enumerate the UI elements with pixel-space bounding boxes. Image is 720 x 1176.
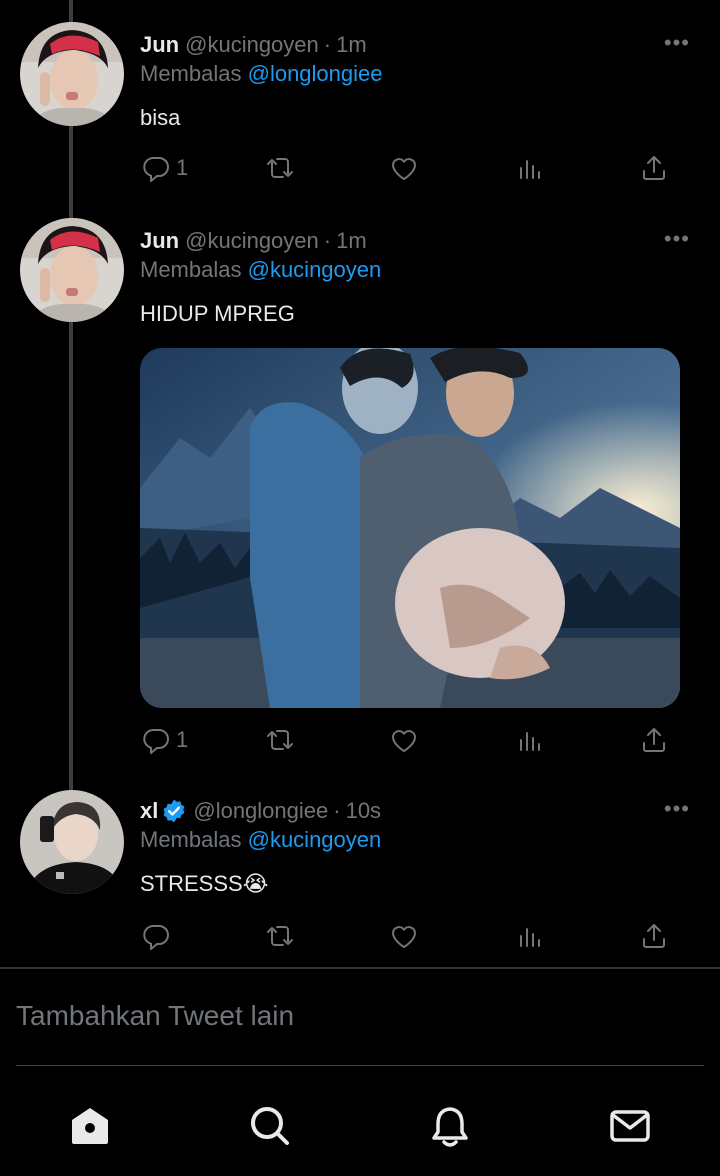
reply-icon bbox=[143, 157, 169, 182]
author-name[interactable]: Jun bbox=[140, 228, 179, 254]
tweet-actions bbox=[140, 916, 680, 956]
reply-icon bbox=[143, 729, 169, 754]
views-icon bbox=[520, 928, 540, 947]
reply-count: 1 bbox=[176, 155, 189, 180]
author-handle[interactable]: @kucingoyen bbox=[185, 32, 319, 58]
retweet-icon bbox=[267, 158, 293, 178]
views-button[interactable] bbox=[514, 916, 546, 956]
author-handle[interactable]: @longlongiee bbox=[193, 798, 328, 824]
retweet-button[interactable] bbox=[264, 148, 296, 188]
author-name[interactable]: xl bbox=[140, 798, 158, 824]
home-icon bbox=[72, 1108, 108, 1144]
share-button[interactable] bbox=[638, 916, 670, 956]
tweet-text: HIDUP MPREG bbox=[140, 301, 295, 326]
like-button[interactable] bbox=[388, 916, 420, 956]
tweet-text: bisa bbox=[140, 105, 181, 130]
tweet-3[interactable]: xl @longlongiee · 10s Membalas @kucingoy… bbox=[0, 788, 720, 964]
tweet-actions: 1 bbox=[140, 148, 680, 188]
retweet-icon bbox=[267, 926, 293, 946]
reply-prefix: Membalas bbox=[140, 827, 242, 852]
avatar[interactable] bbox=[20, 22, 124, 126]
reply-context: Membalas @kucingoyen bbox=[140, 827, 690, 855]
retweet-icon bbox=[267, 730, 293, 750]
reply-handle-link[interactable]: @kucingoyen bbox=[248, 827, 382, 852]
more-options-button[interactable]: ••• bbox=[664, 226, 690, 252]
like-button[interactable] bbox=[388, 720, 420, 760]
nav-notifications[interactable] bbox=[428, 1104, 472, 1148]
views-button[interactable] bbox=[514, 720, 546, 760]
avatar[interactable] bbox=[20, 218, 124, 322]
reply-handle-link[interactable]: @kucingoyen bbox=[248, 257, 382, 282]
separator-dot: · bbox=[323, 228, 332, 253]
views-button[interactable] bbox=[514, 148, 546, 188]
heart-icon bbox=[392, 730, 416, 752]
share-icon bbox=[643, 924, 665, 948]
nav-messages[interactable] bbox=[608, 1104, 652, 1148]
tweet-media-image[interactable] bbox=[140, 348, 680, 708]
divider bbox=[0, 967, 720, 969]
reply-context: Membalas @longlongiee bbox=[140, 61, 690, 89]
tweet-1[interactable]: Jun @kucingoyen · 1m Membalas @longlongi… bbox=[0, 20, 720, 210]
tweet-actions: 1 bbox=[140, 720, 680, 760]
reply-count: 1 bbox=[176, 727, 189, 752]
avatar[interactable] bbox=[20, 790, 124, 894]
author-handle[interactable]: @kucingoyen bbox=[185, 228, 319, 254]
heart-icon bbox=[392, 158, 416, 180]
like-button[interactable] bbox=[388, 148, 420, 188]
views-icon bbox=[520, 732, 540, 751]
reply-button[interactable]: 1 bbox=[140, 148, 188, 188]
reply-context: Membalas @kucingoyen bbox=[140, 257, 690, 285]
search-icon bbox=[251, 1107, 289, 1145]
share-icon bbox=[643, 728, 665, 752]
reply-button[interactable] bbox=[140, 916, 172, 956]
nav-search[interactable] bbox=[248, 1104, 292, 1148]
mail-icon bbox=[610, 1110, 650, 1142]
more-options-button[interactable]: ••• bbox=[664, 796, 690, 822]
views-icon bbox=[520, 160, 540, 179]
share-button[interactable] bbox=[638, 720, 670, 760]
reply-icon bbox=[143, 925, 169, 950]
heart-icon bbox=[392, 926, 416, 948]
tweet-2[interactable]: Jun @kucingoyen · 1m Membalas @kucingoye… bbox=[0, 216, 720, 776]
share-button[interactable] bbox=[638, 148, 670, 188]
tweet-text: STRESSS😭 bbox=[140, 871, 269, 896]
reply-handle-link[interactable]: @longlongiee bbox=[248, 61, 383, 86]
verified-badge-icon bbox=[163, 799, 185, 823]
share-icon bbox=[643, 156, 665, 180]
more-options-button[interactable]: ••• bbox=[664, 30, 690, 56]
separator-dot: · bbox=[323, 32, 332, 57]
retweet-button[interactable] bbox=[264, 720, 296, 760]
tweet-time[interactable]: 1m bbox=[336, 32, 367, 58]
separator-dot: · bbox=[333, 798, 341, 823]
nav-home[interactable] bbox=[68, 1104, 112, 1148]
author-name[interactable]: Jun bbox=[140, 32, 179, 58]
tweet-time[interactable]: 1m bbox=[336, 228, 367, 254]
bell-icon bbox=[432, 1107, 468, 1147]
add-tweet-input[interactable]: Tambahkan Tweet lain bbox=[16, 1000, 294, 1032]
reply-prefix: Membalas bbox=[140, 257, 242, 282]
bottom-navigation bbox=[0, 1086, 720, 1176]
compose-underline bbox=[16, 1065, 704, 1066]
retweet-button[interactable] bbox=[264, 916, 296, 956]
reply-button[interactable]: 1 bbox=[140, 720, 188, 760]
tweet-time[interactable]: 10s bbox=[346, 798, 381, 824]
reply-prefix: Membalas bbox=[140, 61, 242, 86]
